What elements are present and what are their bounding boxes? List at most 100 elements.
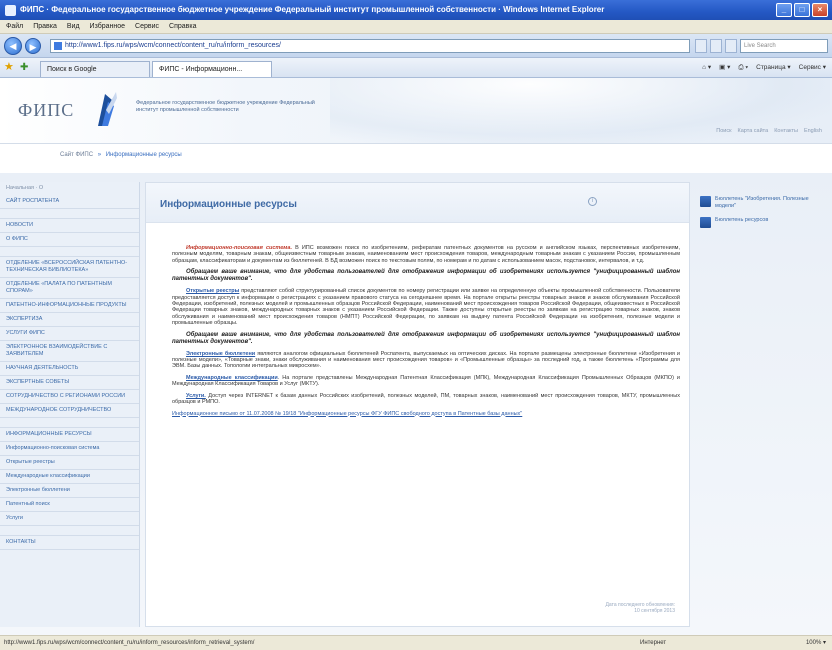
compat-icon[interactable] (710, 39, 722, 53)
menu-tools[interactable]: Сервис (135, 20, 159, 33)
article-body: Информационно-поисковая система. В ИПС в… (172, 245, 680, 422)
nav-subitem-bulletins[interactable]: Электронные бюллетени (0, 484, 139, 498)
nav-subitem-search-system[interactable]: Информационно-поисковая система (0, 442, 139, 456)
zoom-level[interactable]: 100% ▾ (806, 636, 826, 650)
command-bar: ⌂ ▾ ▣ ▾ ⎙ ▾ Страница ▾ Сервис ▾ (702, 62, 826, 74)
menu-bar: Файл Правка Вид Избранное Сервис Справка (0, 20, 832, 34)
url-text: http://www1.fips.ru/wps/wcm/connect/cont… (65, 42, 281, 49)
link-classifications[interactable]: Международные классификации (186, 375, 278, 381)
institute-name: Федеральное государственное бюджетное уч… (136, 100, 315, 113)
nav-subitem-classifications[interactable]: Международные классификации (0, 470, 139, 484)
nav-item-e-interaction[interactable]: Электронное взаимодействие с заявителем (0, 341, 139, 362)
stop-icon[interactable] (725, 39, 737, 53)
site-header: ФИПС Федеральное государственное бюджетн… (0, 78, 832, 144)
close-button[interactable]: × (812, 3, 828, 17)
link-search-system[interactable]: Информационно-поисковая система. (186, 245, 292, 251)
favorites-star-icon[interactable]: ★ (4, 62, 15, 73)
paragraph-classifications: Международные классификации. На портале … (172, 374, 680, 388)
ie-icon (5, 5, 16, 16)
feeds-icon[interactable]: ▣ ▾ (719, 62, 730, 74)
last-updated: Дата последнего обновления: 10 сентября … (606, 602, 675, 614)
nav-item-chamber[interactable]: Отделение «Палата по патентным спорам» (0, 278, 139, 299)
tab-fips[interactable]: ФИПС - Информационн... (152, 61, 272, 77)
breadcrumb-separator: » (97, 152, 102, 158)
main-content: Информационные ресурсы i Информационно-п… (145, 182, 690, 627)
nav-item-science[interactable]: Научная деятельность (0, 362, 139, 376)
header-link-english[interactable]: English (804, 128, 822, 134)
back-button[interactable]: ◀ (4, 37, 22, 55)
window-title: ФИПС · Федеральное государственное бюдже… (20, 5, 605, 14)
breadcrumb: Сайт ФИПС » Информационные ресурсы (60, 152, 182, 158)
header-links: Поиск Карта сайта Контакты English (716, 128, 822, 134)
tab-google[interactable]: Поиск в Google (40, 61, 150, 77)
breadcrumb-current[interactable]: Информационные ресурсы (106, 152, 182, 158)
notice-text: Обращаем ваше внимание, что для удобства… (172, 269, 680, 283)
nav-subitem-registers[interactable]: Открытые реестры (0, 456, 139, 470)
nav-subitem-services[interactable]: Услуги (0, 512, 139, 526)
nav-header: Начальная · О (6, 185, 44, 191)
resources-icon (700, 217, 711, 228)
menu-favorites[interactable]: Избранное (90, 20, 125, 33)
nav-item-examination[interactable]: Экспертиза (0, 313, 139, 327)
nav-item-news[interactable]: Новости (0, 219, 139, 233)
paragraph-bulletins: Электронные бюллетени являются аналогом … (172, 350, 681, 370)
menu-help[interactable]: Справка (169, 20, 196, 33)
home-icon[interactable]: ⌂ ▾ (702, 62, 711, 74)
page-menu[interactable]: Страница ▾ (756, 62, 791, 74)
page-viewport: ФИПС Федеральное государственное бюджетн… (0, 78, 832, 635)
window-titlebar: ФИПС · Федеральное государственное бюдже… (0, 0, 832, 20)
tools-menu[interactable]: Сервис ▾ (799, 62, 826, 74)
page-title: Информационные ресурсы (160, 199, 297, 210)
minimize-button[interactable]: _ (776, 3, 792, 17)
paragraph-registers: Открытые реестры представляют собой стру… (172, 288, 680, 327)
forward-button[interactable]: ▶ (25, 38, 41, 54)
link-services[interactable]: Услуги. (186, 393, 206, 399)
nav-item-regions[interactable]: Сотрудничество с регионами России (0, 390, 139, 404)
right-link-resources[interactable]: Бюллетень ресурсов (700, 217, 828, 228)
info-letter-link[interactable]: Информационное письмо от 11.07.2008 № 19… (172, 411, 680, 417)
nav-item-contacts[interactable]: Контакты (0, 536, 139, 550)
right-link-bulletin[interactable]: Бюллетень "Изобретения. Полезные модели" (700, 196, 828, 209)
header-link-contacts[interactable]: Контакты (774, 128, 798, 134)
header-link-search[interactable]: Поиск (716, 128, 731, 134)
header-link-sitemap[interactable]: Карта сайта (738, 128, 769, 134)
logo-emblem-icon (98, 92, 117, 126)
nav-subitem-patent-search[interactable]: Патентный поиск (0, 498, 139, 512)
nav-item-about[interactable]: О ФИПС (0, 233, 139, 247)
nav-item-rospatent[interactable]: Сайт Роспатента (0, 195, 139, 209)
nav-item-resources[interactable]: Информационные ресурсы (0, 428, 139, 442)
nav-item-councils[interactable]: Экспертные советы (0, 376, 139, 390)
left-navigation: Начальная · О Сайт Роспатента Новости О … (0, 182, 140, 627)
refresh-icon[interactable] (695, 39, 707, 53)
content-title-bar: Информационные ресурсы i (146, 183, 689, 223)
search-input[interactable]: Live Search (740, 39, 828, 53)
paragraph-services: Услуги. Доступ через INTERNET к базам да… (172, 392, 680, 406)
maximize-button[interactable]: □ (794, 3, 810, 17)
url-field[interactable]: http://www1.fips.ru/wps/wcm/connect/cont… (50, 39, 690, 53)
window-controls: _ □ × (776, 3, 828, 17)
link-registers[interactable]: Открытые реестры (186, 288, 239, 294)
link-bulletins[interactable]: Электронные бюллетени (186, 351, 255, 357)
print-menu-icon[interactable]: ⎙ ▾ (738, 62, 748, 74)
nav-item-services[interactable]: Услуги ФИПС (0, 327, 139, 341)
right-link-bulletin-label: Бюллетень "Изобретения. Полезные модели" (715, 196, 809, 209)
add-favorite-icon[interactable]: ✚ (20, 62, 31, 73)
right-sidebar: Бюллетень "Изобретения. Полезные модели"… (700, 196, 828, 236)
address-bar: ◀ ▶ http://www1.fips.ru/wps/wcm/connect/… (0, 34, 832, 58)
security-zone[interactable]: Интернет (640, 636, 666, 650)
bulletin-icon (700, 196, 711, 207)
nav-item-library[interactable]: Отделение «Всероссийская патентно-технич… (0, 257, 139, 278)
menu-view[interactable]: Вид (67, 20, 80, 33)
nav-item-products[interactable]: Патентно-информационные продукты (0, 299, 139, 313)
notice-text-2: Обращаем ваше внимание, что для удобства… (172, 331, 680, 345)
right-link-resources-label: Бюллетень ресурсов (715, 217, 769, 223)
nav-item-international[interactable]: Международное сотрудничество (0, 404, 139, 418)
page-icon (54, 42, 62, 50)
menu-edit[interactable]: Правка (33, 20, 57, 33)
info-icon[interactable]: i (588, 197, 597, 206)
status-bar: http://www1.fips.ru/wps/wcm/connect/cont… (0, 635, 832, 650)
breadcrumb-home[interactable]: Сайт ФИПС (60, 152, 93, 158)
site-logo[interactable]: ФИПС (18, 100, 74, 121)
header-background (330, 78, 830, 144)
menu-file[interactable]: Файл (6, 20, 23, 33)
